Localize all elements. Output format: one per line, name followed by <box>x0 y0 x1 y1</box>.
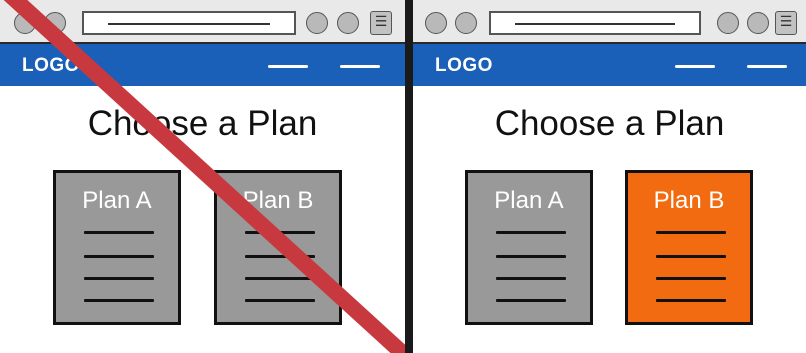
plan-feature-line <box>656 231 726 234</box>
slash-line <box>3 0 405 353</box>
plan-feature-line <box>656 277 726 280</box>
plan-feature-line <box>656 255 726 258</box>
page-title: Choose a Plan <box>494 104 725 143</box>
plan-feature-line <box>496 299 566 302</box>
browser-button-icon[interactable] <box>717 12 739 34</box>
cross-out-slash <box>3 0 405 353</box>
plan-feature-line <box>656 299 726 302</box>
plan-feature-line <box>496 231 566 234</box>
logo: LOGO <box>435 55 493 76</box>
nav-bar: LOGO <box>413 44 806 86</box>
plan-title: Plan B <box>653 187 725 214</box>
forward-button-icon[interactable] <box>455 12 477 34</box>
plan-title: Plan A <box>494 187 564 214</box>
back-button-icon[interactable] <box>425 12 447 34</box>
plan-card-a[interactable]: Plan A <box>465 170 593 325</box>
mockup-left: ☰ LOGO Choose a Plan Plan A Plan B <box>0 0 405 353</box>
plan-feature-line <box>496 277 566 280</box>
browser-button-icon[interactable] <box>747 12 769 34</box>
plan-feature-line <box>496 255 566 258</box>
browser-toolbar: ☰ <box>413 0 806 44</box>
address-text-placeholder <box>515 23 675 25</box>
nav-link[interactable] <box>747 65 787 68</box>
menu-icon[interactable]: ☰ <box>775 11 797 35</box>
mockup-right: ☰ LOGO Choose a Plan Plan A Plan B <box>413 0 806 353</box>
plan-card-b[interactable]: Plan B <box>625 170 753 325</box>
address-bar[interactable] <box>489 11 701 35</box>
nav-link[interactable] <box>675 65 715 68</box>
panel-divider <box>405 0 413 353</box>
